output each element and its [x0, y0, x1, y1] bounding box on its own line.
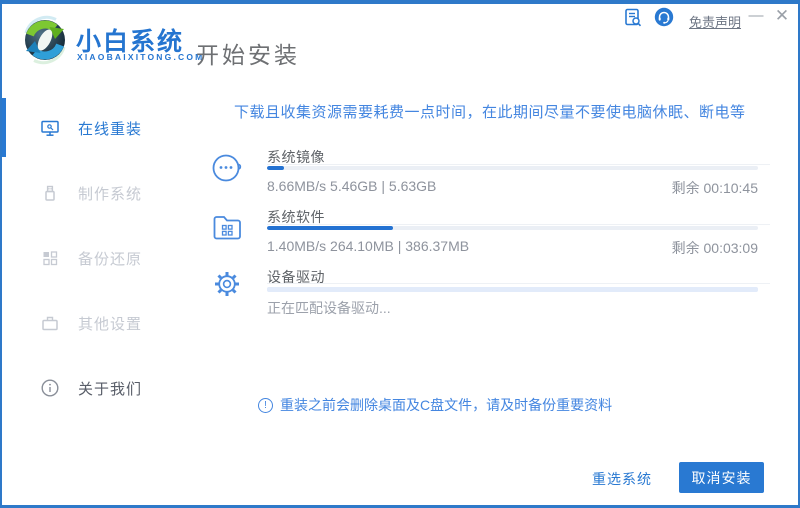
reselect-system-button[interactable]: 重选系统 — [592, 469, 652, 489]
headset-service-icon[interactable] — [654, 7, 674, 27]
task-stats: 8.66MB/s 5.46GB | 5.63GB — [267, 178, 437, 194]
cancel-install-button[interactable]: 取消安装 — [679, 462, 764, 493]
exclamation-circle-icon: ! — [258, 397, 273, 413]
app-window: 小白系统 XIAOBAIXITONG.COM 开始安装 免责声明 — ✕ 在线重… — [0, 0, 800, 508]
page-title: 开始安装 — [196, 42, 300, 68]
folder-apps-icon — [210, 210, 244, 244]
minimize-button[interactable]: — — [746, 6, 766, 26]
progress-bar-device-drivers — [267, 287, 758, 292]
chat-face-icon — [210, 151, 244, 185]
sidebar-item-online-reinstall[interactable]: 在线重装 — [2, 96, 200, 160]
progress-bar-system-software — [267, 226, 758, 230]
sidebar-item-other-settings[interactable]: 其他设置 — [2, 291, 200, 355]
task-stats: 1.40MB/s 264.10MB | 386.37MB — [267, 238, 470, 254]
download-notice: 下载且收集资源需要耗费一点时间，在此期间尽量不要使电脑休眠、断电等 — [234, 104, 746, 121]
sidebar-item-label: 其他设置 — [78, 315, 143, 333]
app-logo-icon — [19, 14, 71, 66]
doc-search-icon[interactable] — [624, 8, 642, 27]
progress-fill — [267, 226, 393, 230]
task-divider — [267, 224, 770, 225]
monitor-icon — [40, 118, 60, 138]
task-remaining: 剩余 00:10:45 — [671, 180, 758, 196]
info-circle-icon — [40, 378, 60, 398]
backup-squares-icon — [40, 248, 60, 268]
brand-domain: XIAOBAIXITONG.COM — [77, 52, 205, 62]
usb-drive-icon — [40, 183, 60, 203]
task-divider — [267, 283, 770, 284]
sidebar-item-label: 制作系统 — [78, 185, 143, 203]
sidebar-item-backup-restore[interactable]: 备份还原 — [2, 226, 200, 290]
progress-fill — [267, 166, 285, 170]
sidebar-item-label: 备份还原 — [78, 250, 143, 268]
task-status: 正在匹配设备驱动... — [267, 300, 391, 316]
toolbox-icon — [40, 313, 60, 333]
gear-icon — [210, 267, 244, 301]
task-remaining: 剩余 00:03:09 — [671, 240, 758, 256]
sidebar-item-label: 关于我们 — [78, 380, 143, 398]
sidebar-item-make-system[interactable]: 制作系统 — [2, 161, 200, 225]
task-name: 设备驱动 — [267, 269, 325, 285]
reinstall-warning: ! 重装之前会删除桌面及C盘文件，请及时备份重要资料 — [258, 395, 612, 415]
sidebar-item-about-us[interactable]: 关于我们 — [2, 356, 200, 420]
task-divider — [267, 164, 770, 165]
disclaimer-link[interactable]: 免责声明 — [689, 12, 741, 31]
warning-text: 重装之前会删除桌面及C盘文件，请及时备份重要资料 — [280, 397, 613, 413]
sidebar-item-label: 在线重装 — [78, 120, 143, 138]
close-button[interactable]: ✕ — [772, 6, 792, 26]
progress-bar-system-image — [267, 166, 758, 170]
